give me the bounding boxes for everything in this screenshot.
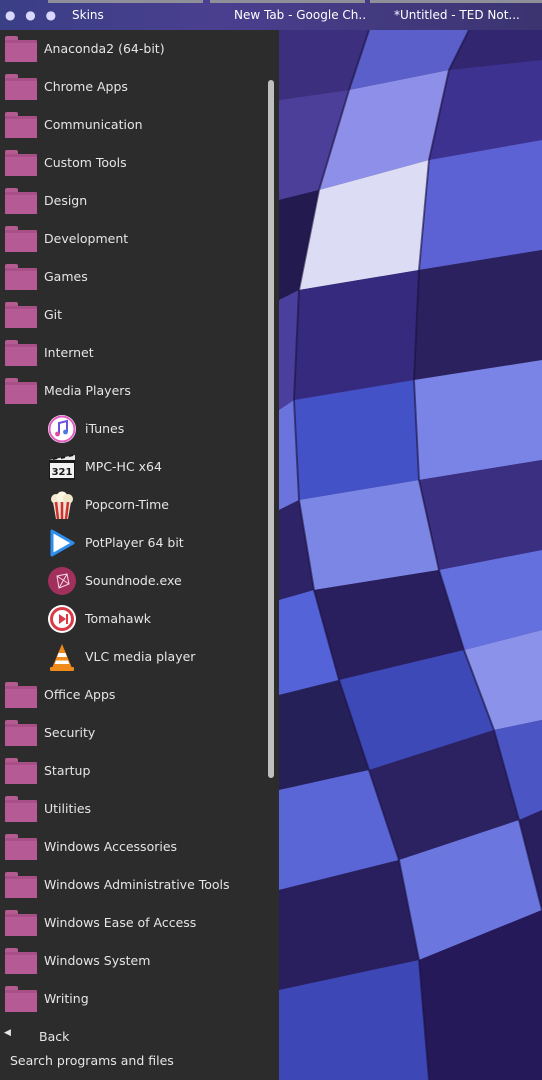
- folder-icon: [5, 226, 37, 252]
- app-item-soundnode[interactable]: Soundnode.exe: [0, 562, 279, 600]
- folder-item[interactable]: Chrome Apps: [0, 68, 279, 106]
- folder-item[interactable]: Writing: [0, 980, 279, 1018]
- folder-item[interactable]: Custom Tools: [0, 144, 279, 182]
- folder-icon: [5, 948, 37, 974]
- taskbar-button-label: Skins: [72, 8, 104, 22]
- potplayer-icon: [50, 529, 75, 557]
- folder-item[interactable]: Communication: [0, 106, 279, 144]
- folder-label: Games: [44, 269, 88, 284]
- folder-icon: [5, 36, 37, 62]
- taskbar-button-new-tab[interactable]: New Tab - Google Ch...: [210, 0, 365, 30]
- desktop-wallpaper: [279, 30, 542, 1080]
- folder-icon: [5, 112, 37, 138]
- search-input[interactable]: Search programs and files: [10, 1053, 174, 1068]
- folder-icon: [5, 910, 37, 936]
- folder-icon: [5, 834, 37, 860]
- folder-item[interactable]: Development: [0, 220, 279, 258]
- folder-item[interactable]: Windows Ease of Access: [0, 904, 279, 942]
- folder-item[interactable]: Git: [0, 296, 279, 334]
- folder-label: Media Players: [44, 383, 131, 398]
- folder-label: Anaconda2 (64-bit): [44, 41, 165, 56]
- folder-icon: [5, 74, 37, 100]
- folder-label: Communication: [44, 117, 143, 132]
- folder-item[interactable]: Internet: [0, 334, 279, 372]
- folder-item[interactable]: Utilities: [0, 790, 279, 828]
- folder-icon: [5, 378, 37, 404]
- app-item-vlc[interactable]: VLC media player: [0, 638, 279, 676]
- folder-label: Office Apps: [44, 687, 116, 702]
- folder-icon: [5, 150, 37, 176]
- app-item-mpc-hc[interactable]: 321 MPC-HC x64: [0, 448, 279, 486]
- folder-label: Windows Accessories: [44, 839, 178, 854]
- folder-item[interactable]: Security: [0, 714, 279, 752]
- popcorn-time-icon: [51, 491, 73, 520]
- itunes-icon: [48, 415, 76, 443]
- scrollbar[interactable]: [268, 80, 274, 778]
- folder-label: Utilities: [44, 801, 92, 816]
- folder-item[interactable]: Office Apps: [0, 676, 279, 714]
- back-arrow-icon: ◀: [4, 1028, 11, 1038]
- taskbar-button-skins[interactable]: Skins: [48, 0, 203, 30]
- folder-icon: [5, 720, 37, 746]
- app-label: VLC media player: [85, 649, 196, 664]
- folder-item[interactable]: Games: [0, 258, 279, 296]
- tomahawk-icon: [48, 605, 76, 633]
- taskbar-button-label: *Untitled - TED Not...: [394, 8, 520, 22]
- app-label: MPC-HC x64: [85, 459, 162, 474]
- folder-icon: [5, 264, 37, 290]
- folder-icon: [5, 682, 37, 708]
- app-item-popcorn-time[interactable]: Popcorn-Time: [0, 486, 279, 524]
- program-list: Anaconda2 (64-bit) Chrome Apps Communica…: [0, 30, 279, 1018]
- taskbar-button-label: New Tab - Google Ch...: [234, 8, 365, 22]
- folder-label: Chrome Apps: [44, 79, 128, 94]
- folder-icon: [5, 872, 37, 898]
- app-label: Popcorn-Time: [85, 497, 169, 512]
- mpc-badge-text: 321: [52, 467, 73, 478]
- folder-label: Development: [44, 231, 129, 246]
- back-button[interactable]: ◀ Back: [0, 1025, 279, 1049]
- folder-item-media-players[interactable]: Media Players: [0, 372, 279, 410]
- app-label: iTunes: [85, 421, 125, 436]
- folder-label: Git: [44, 307, 63, 322]
- folder-label: Windows Ease of Access: [44, 915, 197, 930]
- app-label: Tomahawk: [85, 611, 152, 626]
- folder-item[interactable]: Windows Administrative Tools: [0, 866, 279, 904]
- app-label: Soundnode.exe: [85, 573, 182, 588]
- folder-label: Startup: [44, 763, 91, 778]
- back-label: Back: [39, 1029, 70, 1044]
- taskbar: ● ● ● Skins New Tab - Google Ch... *Unti…: [0, 0, 542, 30]
- folder-label: Windows System: [44, 953, 151, 968]
- start-menu-panel: Anaconda2 (64-bit) Chrome Apps Communica…: [0, 30, 279, 1080]
- wallpaper-image: [279, 30, 542, 1080]
- vlc-icon: [50, 644, 74, 671]
- folder-label: Writing: [44, 991, 89, 1006]
- folder-item[interactable]: Startup: [0, 752, 279, 790]
- folder-icon: [5, 986, 37, 1012]
- folder-icon: [5, 302, 37, 328]
- folder-item[interactable]: Windows Accessories: [0, 828, 279, 866]
- folder-item[interactable]: Design: [0, 182, 279, 220]
- folder-item[interactable]: Anaconda2 (64-bit): [0, 30, 279, 68]
- folder-icon: [5, 796, 37, 822]
- app-item-tomahawk[interactable]: Tomahawk: [0, 600, 279, 638]
- folder-icon: [5, 758, 37, 784]
- soundnode-icon: [48, 567, 76, 595]
- folder-icon: [5, 340, 37, 366]
- folder-item[interactable]: Windows System: [0, 942, 279, 980]
- app-label: PotPlayer 64 bit: [85, 535, 184, 550]
- folder-label: Windows Administrative Tools: [44, 877, 230, 892]
- folder-icon: [5, 188, 37, 214]
- app-item-potplayer[interactable]: PotPlayer 64 bit: [0, 524, 279, 562]
- folder-label: Security: [44, 725, 96, 740]
- app-item-itunes[interactable]: iTunes: [0, 410, 279, 448]
- mpc-hc-icon: 321: [49, 454, 75, 480]
- folder-label: Custom Tools: [44, 155, 127, 170]
- taskbar-button-ted-notepad[interactable]: *Untitled - TED Not...: [370, 0, 542, 30]
- folder-label: Design: [44, 193, 88, 208]
- folder-label: Internet: [44, 345, 94, 360]
